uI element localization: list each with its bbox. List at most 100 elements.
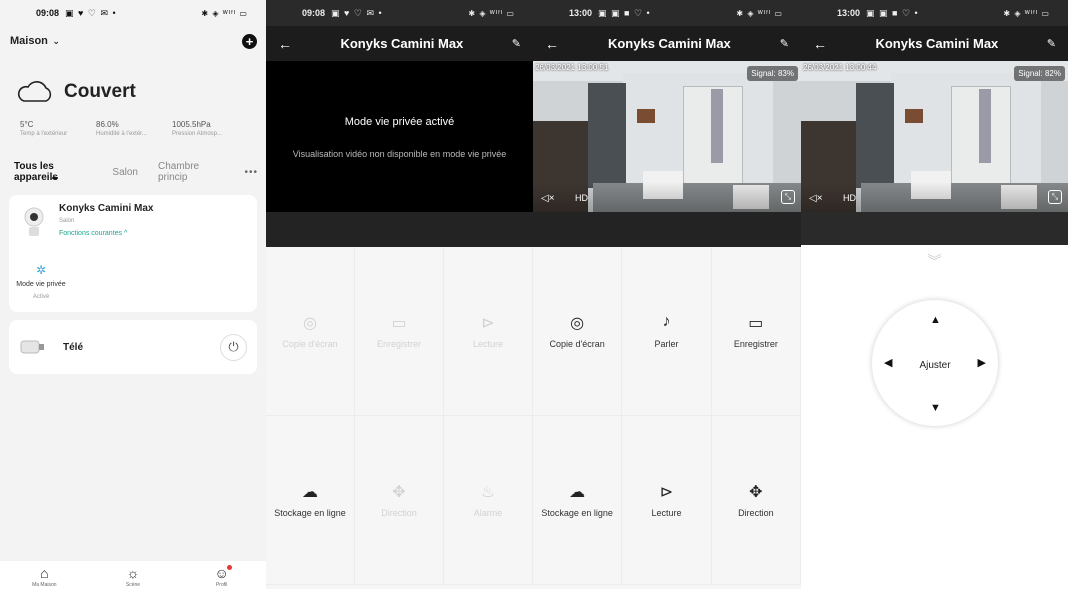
playback-button[interactable]: ⊳ Lecture xyxy=(622,416,712,585)
quality-button[interactable]: HD xyxy=(575,193,588,203)
back-arrow-icon[interactable]: ← xyxy=(545,36,559,52)
control-band xyxy=(801,212,1068,245)
alarm-icon: ♨ xyxy=(480,484,496,501)
privacy-mode-shortcut[interactable]: ✲ Mode vie privée Activé xyxy=(13,263,69,300)
device-row: Konyks Camini Max Salon Fonctions couran… xyxy=(19,203,247,237)
tab-salon[interactable]: Salon xyxy=(112,167,138,178)
camera-icon: ◎ xyxy=(570,315,585,332)
camera-screen-live: 13:00 ▣ ▣ ■ ♡ • ✱ ◈ ᵂᴵᶠᴵ ▭ ← Konyks Cami… xyxy=(533,0,801,589)
screenshot-button[interactable]: ◎ Copie d'écran xyxy=(266,247,355,416)
back-arrow-icon[interactable]: ← xyxy=(278,36,292,52)
nav-home[interactable]: ⌂ Ma Maison xyxy=(24,565,64,588)
tab-all-devices[interactable]: Tous les appareils xyxy=(14,161,92,183)
pan-down-icon[interactable]: ▼ xyxy=(930,402,941,414)
camera-device-icon xyxy=(24,207,44,236)
function-label: Enregistrer xyxy=(733,339,778,349)
speaker-muted-icon[interactable]: ◁× xyxy=(809,193,823,204)
status-icons-left: ▣ ♥ ♡ ✉ • xyxy=(65,7,117,18)
alarm-button[interactable]: ♨ Alarme xyxy=(444,416,533,585)
video-area: Mode vie privée activé Visualisation vid… xyxy=(266,61,533,212)
edit-icon[interactable]: ✎ xyxy=(1047,37,1056,50)
fullscreen-icon[interactable]: ⤡ xyxy=(1048,190,1062,204)
speaker-muted-icon[interactable]: ◁× xyxy=(541,193,555,204)
cloud-icon xyxy=(17,81,52,102)
status-icons-right: ✱ ◈ ᵂᴵᶠᴵ ▭ xyxy=(1003,8,1050,18)
status-time: 09:08 xyxy=(302,8,326,18)
function-label: Lecture xyxy=(472,339,504,349)
function-label: Parler xyxy=(654,339,679,349)
playback-button[interactable]: ⊳ Lecture xyxy=(444,247,533,416)
status-icons-left: ▣ ▣ ■ ♡ • xyxy=(866,7,919,18)
stat-temperature: 5°C Temp à l'extérieur xyxy=(20,120,96,137)
edit-icon[interactable]: ✎ xyxy=(780,37,789,50)
status-icons-right: ✱ ◈ ᵂᴵᶠᴵ ▭ xyxy=(468,8,515,18)
nav-profile[interactable]: ☺ Profil xyxy=(202,565,242,588)
play-icon: ⊳ xyxy=(659,484,674,501)
home-name: Maison xyxy=(10,35,48,47)
stat-value: 5°C xyxy=(20,120,34,129)
camera-screen-ptz: 13:00 ▣ ▣ ■ ♡ • ✱ ◈ ᵂᴵᶠᴵ ▭ ← Konyks Cami… xyxy=(801,0,1068,589)
function-label: Alarme xyxy=(473,508,503,518)
camera-title: Konyks Camini Max xyxy=(340,36,464,51)
nav-scene[interactable]: ☼ Scène xyxy=(113,565,153,588)
direction-button[interactable]: ✥ Direction xyxy=(355,416,444,585)
common-functions-toggle[interactable]: Fonctions courantes ^ xyxy=(59,230,153,237)
cloud-icon: ☁ xyxy=(569,484,586,501)
stat-humidity: 86.0% Humidité à l'extér... xyxy=(96,120,172,137)
stat-label: Humidité à l'extér... xyxy=(96,131,147,137)
weather-condition: Couvert xyxy=(64,81,136,102)
add-device-button[interactable]: + xyxy=(242,33,257,49)
collapse-chevron-icon[interactable]: ︾ xyxy=(801,251,1068,271)
quality-button[interactable]: HD xyxy=(843,193,856,203)
device-info: Konyks Camini Max Salon Fonctions couran… xyxy=(59,203,153,237)
device-name: Télé xyxy=(63,341,84,353)
status-bar: 09:08 ▣ ♥ ♡ ✉ • ✱ ◈ ᵂᴵᶠᴵ ▭ xyxy=(0,0,266,26)
talk-button[interactable]: ♪ Parler xyxy=(622,247,712,416)
video-area[interactable]: 26/03/2021 13:00:44 Signal: 82% ◁× HD ⤡ xyxy=(801,61,1068,212)
camera-device-card[interactable]: Konyks Camini Max Salon Fonctions couran… xyxy=(9,195,257,312)
tele-device-card[interactable]: Télé ⏻ xyxy=(9,320,257,374)
status-icons-right: ✱ ◈ ᵂᴵᶠᴵ ▭ xyxy=(736,8,783,18)
status-time: 13:00 xyxy=(837,8,861,18)
nav-label: Ma Maison xyxy=(32,582,57,588)
function-grid: ◎ Copie d'écran ♪ Parler ▭ Enregistrer ☁… xyxy=(533,247,801,585)
record-button[interactable]: ▭ Enregistrer xyxy=(355,247,444,416)
tab-chambre[interactable]: Chambre princip xyxy=(158,161,225,183)
control-band xyxy=(266,212,533,247)
cloud-storage-button[interactable]: ☁ Stockage en ligne xyxy=(266,416,355,585)
status-icons-left: ▣ ♥ ♡ ✉ • xyxy=(331,7,383,18)
direction-button[interactable]: ✥ Direction xyxy=(711,416,801,585)
weather-stats: 5°C Temp à l'extérieur 86.0% Humidité à … xyxy=(0,110,266,137)
home-header: Maison ⌄ + xyxy=(0,26,266,56)
privacy-submessage: Visualisation vidéo non disponible en mo… xyxy=(292,149,507,159)
cloud-storage-button[interactable]: ☁ Stockage en ligne xyxy=(533,416,623,585)
camera-title: Konyks Camini Max xyxy=(607,36,731,51)
room-tabs: Tous les appareils Salon Chambre princip… xyxy=(0,137,266,183)
video-timestamp: 26/03/2021 13:00:44 xyxy=(803,63,877,72)
status-time: 09:08 xyxy=(36,8,60,18)
pan-up-icon[interactable]: ▲ xyxy=(930,314,941,326)
fullscreen-icon[interactable]: ⤡ xyxy=(781,190,795,204)
screenshot-button[interactable]: ◎ Copie d'écran xyxy=(533,247,623,416)
privacy-mode-label: Mode vie privée xyxy=(16,281,66,288)
more-icon[interactable]: ••• xyxy=(244,167,258,178)
function-label: Copie d'écran xyxy=(549,339,605,349)
function-label: Stockage en ligne xyxy=(541,508,613,518)
edit-icon[interactable]: ✎ xyxy=(512,37,521,50)
ptz-center-label[interactable]: Ajuster xyxy=(872,360,998,371)
device-name: Konyks Camini Max xyxy=(59,203,154,214)
status-bar: 09:08 ▣ ♥ ♡ ✉ • ✱ ◈ ᵂᴵᶠᴵ ▭ xyxy=(266,0,533,26)
camera-header: ← Konyks Camini Max ✎ xyxy=(801,26,1068,61)
chevron-down-icon: ⌄ xyxy=(49,36,60,46)
video-area[interactable]: 26/03/2021 13:00:51 Signal: 83% ◁× HD ⤡ xyxy=(533,61,801,212)
home-selector[interactable]: Maison ⌄ xyxy=(10,35,60,47)
nav-label: Profil xyxy=(215,582,228,588)
power-button[interactable]: ⏻ xyxy=(220,333,247,361)
back-arrow-icon[interactable]: ← xyxy=(813,36,827,52)
function-grid: ◎ Copie d'écran ▭ Enregistrer ⊳ Lecture … xyxy=(266,247,533,585)
function-label: Copie d'écran xyxy=(282,339,338,349)
function-label: Direction xyxy=(738,508,774,518)
ptz-control-pad: ▲ ▼ ◀ ▶ Ajuster xyxy=(872,300,998,426)
record-button[interactable]: ▭ Enregistrer xyxy=(711,247,801,416)
control-band xyxy=(533,212,801,247)
